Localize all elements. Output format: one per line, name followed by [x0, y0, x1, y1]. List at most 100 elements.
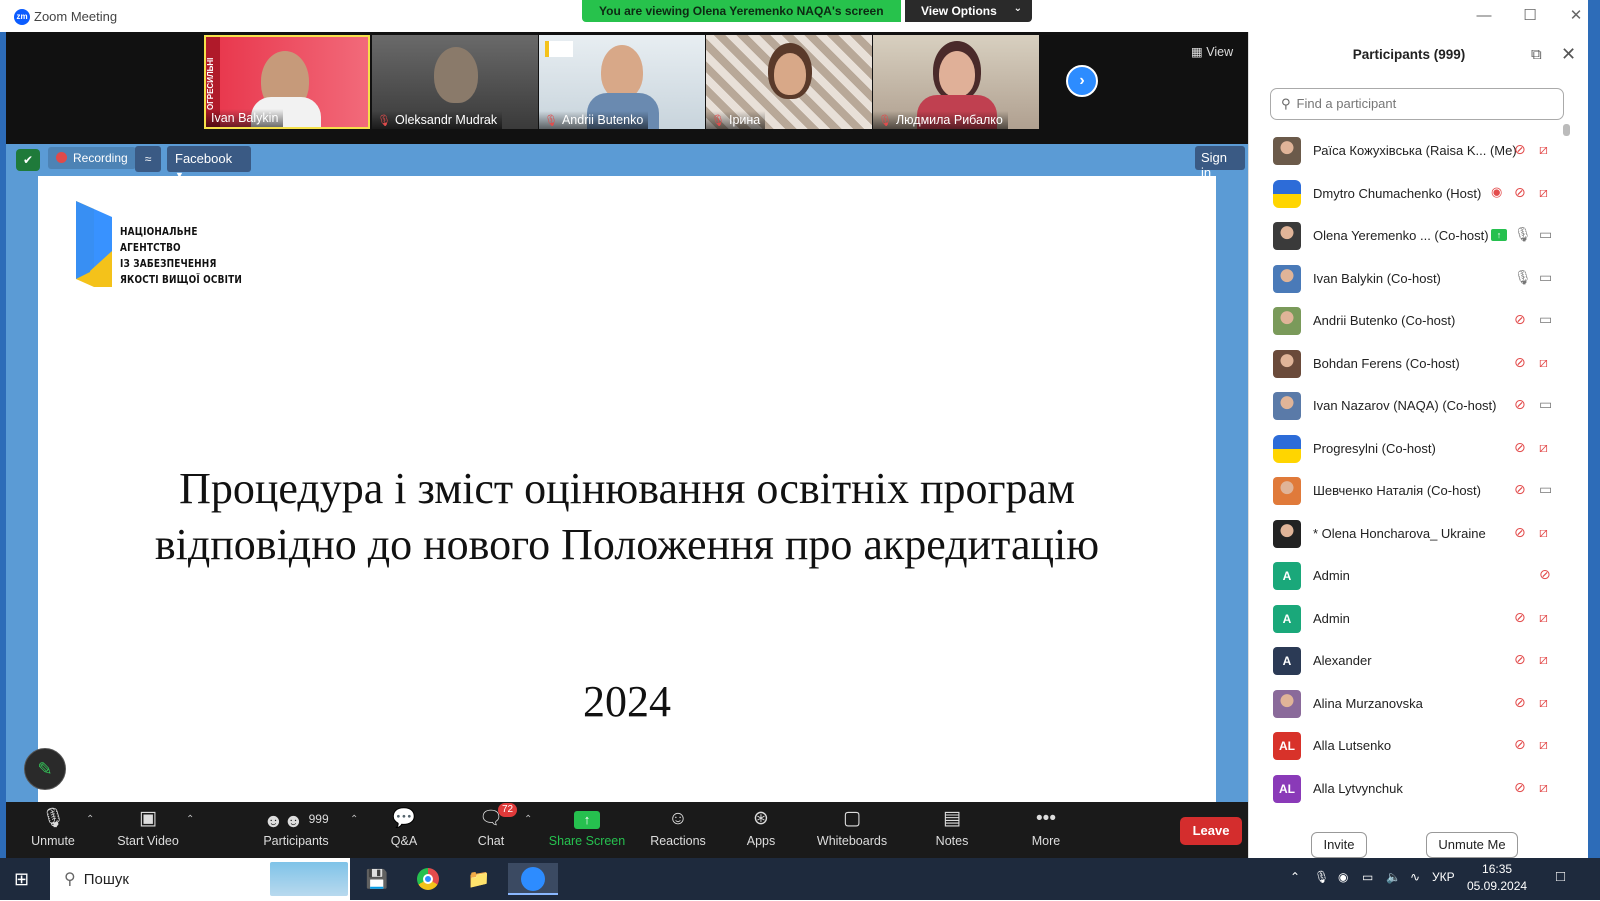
chrome-icon[interactable]: [410, 863, 446, 895]
video-tile[interactable]: 🎙 Людмила Рибалко: [873, 35, 1039, 129]
muted-mic-icon[interactable]: ⊘: [1514, 439, 1526, 456]
start-video-button[interactable]: ▣ Start Video: [103, 807, 193, 848]
video-icon[interactable]: ▭: [1539, 311, 1552, 328]
maximize-button[interactable]: ☐: [1510, 4, 1550, 28]
network-icon[interactable]: ∿: [1410, 870, 1420, 884]
video-off-icon[interactable]: ⧄: [1539, 651, 1548, 668]
participants-button[interactable]: ☻☻ 999 Participants: [251, 807, 341, 848]
leave-button[interactable]: Leave: [1180, 817, 1242, 845]
video-tile[interactable]: 🎙 Ірина: [706, 35, 872, 129]
livestream-icon[interactable]: ≈: [135, 146, 161, 172]
video-tile[interactable]: 🎙 Oleksandr Mudrak: [372, 35, 538, 129]
participant-row[interactable]: Progresylni (Co-host) ⊘ ⧄: [1249, 428, 1589, 471]
participant-row[interactable]: Olena Yeremenko ... (Co-host) ↑ 🎙 ▭: [1249, 215, 1589, 258]
participant-row[interactable]: Раїса Кожухівська (Raisa K... (Me) ⊘ ⧄: [1249, 130, 1589, 173]
unmute-button[interactable]: 🎙 Unmute: [8, 807, 98, 848]
participant-row[interactable]: Andrii Butenko (Co-host) ⊘ ▭: [1249, 300, 1589, 343]
muted-mic-icon[interactable]: ⊘: [1514, 141, 1526, 158]
view-button[interactable]: ▦ View: [1191, 44, 1233, 59]
video-icon[interactable]: ▭: [1539, 269, 1552, 286]
participant-row[interactable]: A Admin ⊘ ⧄: [1249, 598, 1589, 641]
participant-row[interactable]: AL Alla Lutsenko ⊘ ⧄: [1249, 725, 1589, 768]
participant-row[interactable]: Alina Murzanovska ⊘ ⧄: [1249, 683, 1589, 726]
sign-in-button[interactable]: Sign in: [1195, 146, 1245, 180]
video-icon[interactable]: ▭: [1539, 226, 1552, 243]
share-screen-button[interactable]: ↑ Share Screen: [542, 807, 632, 848]
participant-row[interactable]: Dmytro Chumachenko (Host) ◉ ⊘ ⧄: [1249, 173, 1589, 216]
zoom-taskbar-icon[interactable]: [508, 863, 558, 895]
video-options-caret[interactable]: ⌃: [186, 814, 194, 825]
video-off-icon[interactable]: ⧄: [1539, 736, 1548, 753]
participant-row[interactable]: Шевченко Наталія (Co-host) ⊘ ▭: [1249, 470, 1589, 513]
video-tile[interactable]: 🎙 Andrii Butenko: [539, 35, 705, 129]
panel-scrollbar[interactable]: [1563, 124, 1570, 136]
video-icon[interactable]: ▭: [1539, 396, 1552, 413]
windows-start-icon[interactable]: ⊞: [14, 869, 29, 890]
facebook-dropdown[interactable]: Facebook ▼: [167, 146, 251, 180]
video-off-icon[interactable]: ⧄: [1539, 141, 1548, 158]
chat-caret[interactable]: ⌃: [524, 814, 532, 825]
unmute-me-button[interactable]: Unmute Me: [1426, 832, 1518, 858]
mic-icon[interactable]: 🎙: [1514, 269, 1532, 286]
muted-mic-icon[interactable]: ⊘: [1539, 566, 1551, 583]
file-explorer-icon[interactable]: 📁: [461, 863, 497, 895]
video-off-icon[interactable]: ⧄: [1539, 524, 1548, 541]
video-tile[interactable]: ОГРЕСИЛЬНІ Ivan Balykin: [204, 35, 370, 129]
apps-button[interactable]: ⊛ Apps: [716, 807, 806, 848]
microphone-icon[interactable]: 🎙: [1314, 870, 1329, 884]
video-off-icon[interactable]: ⧄: [1539, 354, 1548, 371]
language-indicator[interactable]: УКР: [1432, 870, 1455, 884]
muted-mic-icon: 🎙: [377, 115, 391, 127]
qa-button[interactable]: 💬 Q&A: [359, 807, 449, 848]
recording-indicator[interactable]: Recording: [48, 147, 136, 169]
view-options-button[interactable]: View Options ⌄: [905, 0, 1032, 22]
more-button[interactable]: ••• More: [1001, 807, 1091, 848]
muted-mic-icon[interactable]: ⊘: [1514, 694, 1526, 711]
volume-icon[interactable]: 🔈: [1386, 870, 1401, 884]
chat-button[interactable]: 🗨 72 Chat: [446, 803, 536, 848]
muted-mic-icon[interactable]: ⊘: [1514, 481, 1526, 498]
muted-mic-icon[interactable]: ⊘: [1514, 396, 1526, 413]
popout-icon[interactable]: ⧉: [1531, 46, 1542, 63]
video-icon[interactable]: ▭: [1539, 481, 1552, 498]
mic-icon[interactable]: 🎙: [1514, 226, 1532, 243]
video-off-icon[interactable]: ⧄: [1539, 439, 1548, 456]
shield-icon[interactable]: ✔: [16, 149, 40, 171]
save-app-icon[interactable]: 💾: [359, 863, 395, 895]
audio-options-caret[interactable]: ⌃: [86, 814, 94, 825]
participant-row[interactable]: A Admin ⊘: [1249, 555, 1589, 598]
participant-search-input[interactable]: ⚲ Find a participant: [1270, 88, 1564, 120]
participant-row[interactable]: A Alexander ⊘ ⧄: [1249, 640, 1589, 683]
next-page-button[interactable]: ›: [1066, 65, 1098, 97]
invite-button[interactable]: Invite: [1311, 832, 1367, 858]
participant-row[interactable]: * Olena Honcharova_ Ukraine ⊘ ⧄: [1249, 513, 1589, 556]
participant-row[interactable]: Bohdan Ferens (Co-host) ⊘ ⧄: [1249, 343, 1589, 386]
participant-row[interactable]: Ivan Nazarov (NAQA) (Co-host) ⊘ ▭: [1249, 385, 1589, 428]
muted-mic-icon[interactable]: ⊘: [1514, 651, 1526, 668]
close-panel-icon[interactable]: ✕: [1561, 44, 1576, 65]
muted-mic-icon[interactable]: ⊘: [1514, 524, 1526, 541]
whiteboards-button[interactable]: ▢ Whiteboards: [807, 807, 897, 848]
participant-row[interactable]: Ivan Balykin (Co-host) 🎙 ▭: [1249, 258, 1589, 301]
participant-row[interactable]: AL Alla Lytvynchuk ⊘ ⧄: [1249, 768, 1589, 811]
minimize-button[interactable]: —: [1464, 4, 1504, 28]
notifications-icon[interactable]: □: [1556, 868, 1565, 885]
notes-button[interactable]: ▤ Notes: [907, 807, 997, 848]
annotate-pencil-button[interactable]: ✎: [24, 748, 66, 790]
muted-mic-icon[interactable]: ⊘: [1514, 184, 1526, 201]
muted-mic-icon[interactable]: ⊘: [1514, 736, 1526, 753]
taskbar-clock[interactable]: 16:35 05.09.2024: [1467, 861, 1527, 895]
video-off-icon[interactable]: ⧄: [1539, 779, 1548, 796]
video-off-icon[interactable]: ⧄: [1539, 184, 1548, 201]
muted-mic-icon[interactable]: ⊘: [1514, 354, 1526, 371]
muted-mic-icon[interactable]: ⊘: [1514, 609, 1526, 626]
tray-chevron-icon[interactable]: ⌃: [1290, 870, 1300, 884]
participants-caret[interactable]: ⌃: [350, 814, 358, 825]
muted-mic-icon[interactable]: ⊘: [1514, 779, 1526, 796]
video-off-icon[interactable]: ⧄: [1539, 694, 1548, 711]
muted-mic-icon[interactable]: ⊘: [1514, 311, 1526, 328]
reactions-button[interactable]: ☺ Reactions: [633, 807, 723, 848]
camera-icon[interactable]: ◉: [1338, 870, 1348, 884]
battery-icon[interactable]: ▭: [1362, 870, 1373, 884]
video-off-icon[interactable]: ⧄: [1539, 609, 1548, 626]
